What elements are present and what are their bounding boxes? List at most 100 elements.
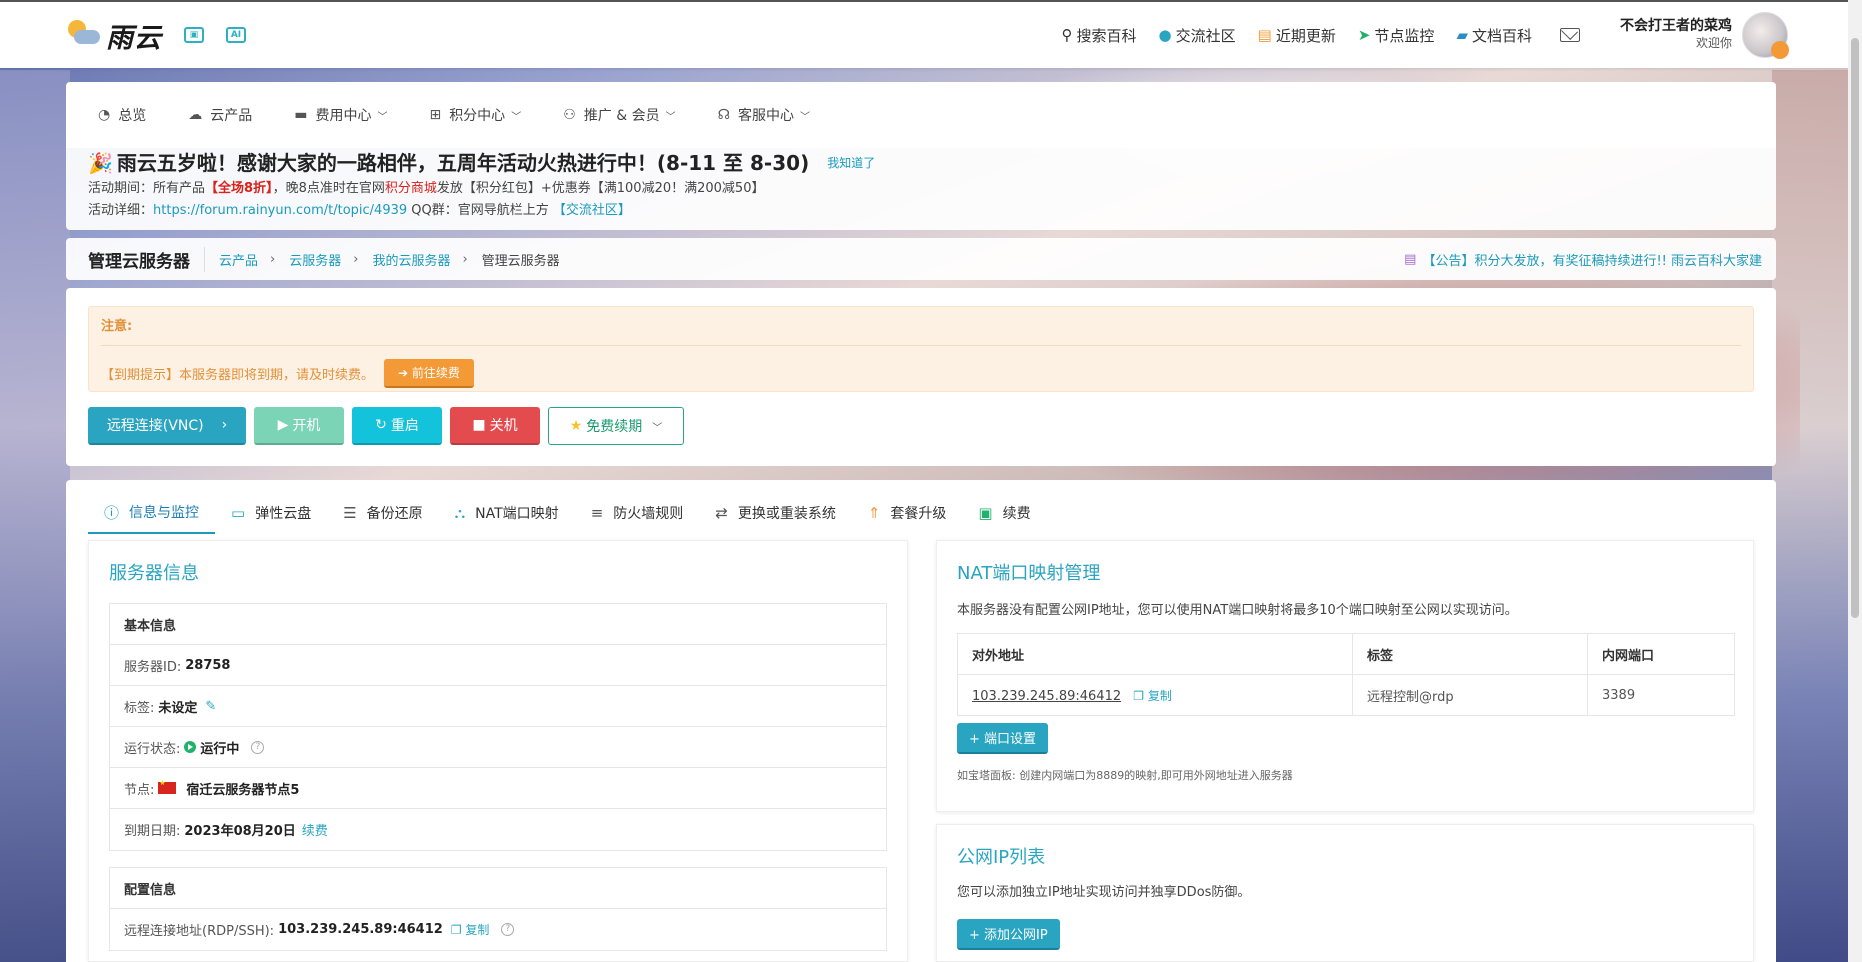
shutdown-button[interactable]: ■ 关机	[450, 407, 540, 445]
document-icon: ▤	[1404, 251, 1417, 267]
promo-icon: ⚇	[563, 107, 576, 123]
tab-reinstall[interactable]: ⇄ 更换或重装系统	[699, 492, 852, 534]
chevron-down-icon: ﹀	[800, 111, 811, 123]
user-info[interactable]: 不会打王者的菜鸡 欢迎你	[1620, 18, 1732, 52]
page-title: 管理云服务器	[88, 246, 205, 272]
vnc-button[interactable]: 远程连接(VNC) ›	[88, 407, 246, 445]
mainnav-promo[interactable]: ⚇ 推广 & 会员 ﹀	[563, 105, 675, 125]
brand-name: 雨云	[106, 22, 162, 53]
chevron-right-icon: ›	[221, 417, 228, 433]
restart-button[interactable]: ↻ 重启	[352, 407, 442, 445]
user-name: 不会打王者的菜鸡	[1620, 18, 1732, 34]
nat-table: 对外地址 标签 内网端口 103.239.245.89:46412 ❐ 复制 远…	[957, 633, 1735, 716]
breadcrumb-current: 管理云服务器	[481, 253, 560, 269]
firewall-icon: ≡	[590, 504, 604, 522]
breadcrumb-my-servers[interactable]: 我的云服务器	[372, 250, 450, 269]
topnav-monitor[interactable]: ➤ 节点监控	[1358, 25, 1435, 46]
nat-tip: 如宝塔面板: 创建内网端口为8889的映射,即可用外网地址进入服务器	[957, 769, 1293, 782]
scrollbar[interactable]	[1848, 0, 1862, 962]
forum-link[interactable]: https://forum.rainyun.com/t/topic/4939	[153, 203, 407, 218]
tab-renew[interactable]: ▣ 续费	[962, 492, 1046, 534]
chevron-down-icon: ﹀	[652, 422, 663, 434]
status-badge: 运行中	[200, 741, 240, 757]
tab-nat[interactable]: ⛬ NAT端口映射	[439, 492, 575, 534]
expiry-renew-link[interactable]: 续费	[302, 820, 328, 839]
public-ip-title: 公网IP列表	[957, 847, 1046, 868]
search-icon: ⚲	[1061, 26, 1073, 44]
help-icon[interactable]: ?	[251, 740, 265, 754]
copy-remote-button[interactable]: ❐ 复制	[451, 921, 490, 938]
external-address-link[interactable]: 103.239.245.89:46412	[972, 689, 1121, 704]
remote-address-row: 远程连接地址(RDP/SSH): 103.239.245.89:46412 ❐ 复…	[110, 909, 886, 950]
free-renew-button[interactable]: ★ 免费续期 ﹀	[548, 407, 684, 445]
basic-info-heading: 基本信息	[110, 604, 886, 645]
tab-elastic-disk[interactable]: ▭ 弹性云盘	[215, 492, 327, 534]
public-ip-card: 公网IP列表 您可以添加独立IP地址实现访问并独享DDos防御。 + 添加公网I…	[936, 824, 1754, 962]
main-nav: ◔ 总览 ☁ 云产品 ▬ 费用中心 ﹀ ⊞ 积分中心 ﹀ ⚇ 推广 & 会员 ﹀…	[66, 82, 1776, 148]
breadcrumb: 管理云服务器 云产品 › 云服务器 › 我的云服务器 › 管理云服务器 ▤ 【公…	[66, 238, 1776, 280]
table-row: 103.239.245.89:46412 ❐ 复制 远程控制@rdp 3389	[957, 674, 1735, 716]
notice-link[interactable]: ▤ 【公告】积分大发放，有奖征稿持续进行!! 雨云百科大家建	[1404, 250, 1762, 269]
start-button[interactable]: ▶ 开机	[254, 407, 344, 445]
nat-tag-cell: 远程控制@rdp	[1352, 674, 1588, 716]
dismiss-link[interactable]: 我知道了	[827, 148, 875, 178]
tabs-panel: ⓘ 信息与监控 ▭ 弹性云盘 ☰ 备份还原 ⛬ NAT端口映射 ≡ 防火墙规则 …	[66, 480, 1776, 962]
topnav-docs[interactable]: ▰ 文档百科	[1456, 25, 1532, 46]
col-tag: 标签	[1352, 633, 1588, 675]
tab-info-monitor[interactable]: ⓘ 信息与监控	[88, 492, 216, 534]
image-icon[interactable]: ▣	[184, 27, 204, 43]
edit-icon[interactable]: ✎	[205, 699, 216, 714]
community-link[interactable]: 【交流社区】	[553, 203, 631, 218]
tag-row: 标签: 未设定 ✎	[110, 686, 886, 727]
tab-upgrade[interactable]: ⇑ 套餐升级	[852, 492, 963, 534]
copy-nat-button[interactable]: ❐ 复制	[1133, 689, 1172, 703]
config-info-heading: 配置信息	[110, 868, 886, 909]
monitor-icon: ➤	[1357, 26, 1371, 44]
tab-backup[interactable]: ☰ 备份还原	[327, 492, 438, 534]
user-greeting: 欢迎你	[1695, 36, 1732, 50]
support-icon: ☊	[717, 107, 731, 123]
breadcrumb-cloud-servers[interactable]: 云服务器	[289, 250, 341, 269]
nat-description: 本服务器没有配置公网IP地址，您可以使用NAT端口映射将最多10个端口映射至公网…	[957, 603, 1518, 618]
server-info-card: 服务器信息 基本信息 服务器ID: 28758 标签: 未设定 ✎ 运行状态: 运行…	[88, 540, 908, 962]
mainnav-support[interactable]: ☊ 客服中心 ﹀	[718, 105, 810, 125]
go-renew-button[interactable]: ➔ 前往续费	[384, 359, 474, 388]
node-row: 节点: 宿迁云服务器节点5	[110, 768, 886, 809]
mainnav-points[interactable]: ⊞ 积分中心 ﹀	[429, 105, 521, 125]
mainnav-cloud-products[interactable]: ☁ 云产品	[188, 105, 252, 125]
tab-bar: ⓘ 信息与监控 ▭ 弹性云盘 ☰ 备份还原 ⛬ NAT端口映射 ≡ 防火墙规则 …	[88, 492, 1047, 534]
mainnav-billing[interactable]: ▬ 费用中心 ﹀	[294, 105, 387, 125]
action-panel: 注意: 【到期提示】本服务器即将到期，请及时续费。 ➔ 前往续费 远程连接(VN…	[66, 288, 1776, 466]
refresh-icon: ↻	[375, 417, 387, 433]
info-icon: ⓘ	[104, 503, 120, 522]
nat-card: NAT端口映射管理 本服务器没有配置公网IP地址，您可以使用NAT端口映射将最多…	[936, 540, 1754, 812]
alert-message: 【到期提示】本服务器即将到期，请及时续费。	[101, 368, 375, 383]
col-external-address: 对外地址	[957, 633, 1353, 675]
translate-icon[interactable]: AI	[226, 27, 246, 43]
expiry-row: 到期日期: 2023年08月20日 续费	[110, 809, 886, 850]
logo-icon	[66, 18, 102, 52]
add-public-ip-button[interactable]: + 添加公网IP	[957, 919, 1060, 950]
topnav-updates[interactable]: ▤ 近期更新	[1258, 25, 1336, 46]
docs-icon: ▰	[1456, 26, 1468, 44]
topnav-search[interactable]: ⚲ 搜索百科	[1062, 25, 1137, 46]
mainnav-overview[interactable]: ◔ 总览	[98, 105, 146, 125]
mail-icon[interactable]	[1560, 28, 1580, 42]
avatar[interactable]	[1742, 12, 1789, 59]
basic-info-box: 基本信息 服务器ID: 28758 标签: 未设定 ✎ 运行状态: 运行中 ? 节点…	[109, 603, 887, 851]
stop-icon: ■	[472, 417, 486, 433]
cloud-products-icon: ☁	[188, 107, 203, 123]
chevron-down-icon: ﹀	[377, 111, 388, 123]
dashboard-icon: ◔	[98, 107, 111, 123]
upgrade-icon: ⇑	[867, 504, 881, 522]
breadcrumb-cloud-products[interactable]: 云产品	[219, 250, 258, 269]
help-icon[interactable]: ?	[501, 923, 515, 936]
points-mall-link[interactable]: 积分商城	[385, 181, 437, 196]
port-settings-button[interactable]: + 端口设置	[957, 723, 1049, 754]
announcement: 🎉 雨云五岁啦！感谢大家的一路相伴，五周年活动火热进行中！(8-11 至 8-3…	[66, 148, 1776, 230]
renew-icon: ▣	[978, 504, 993, 522]
topnav-community[interactable]: ● 交流社区	[1159, 25, 1236, 46]
tab-firewall[interactable]: ≡ 防火墙规则	[575, 492, 700, 534]
logo[interactable]: 雨云	[66, 16, 162, 55]
updates-icon: ▤	[1257, 26, 1272, 44]
